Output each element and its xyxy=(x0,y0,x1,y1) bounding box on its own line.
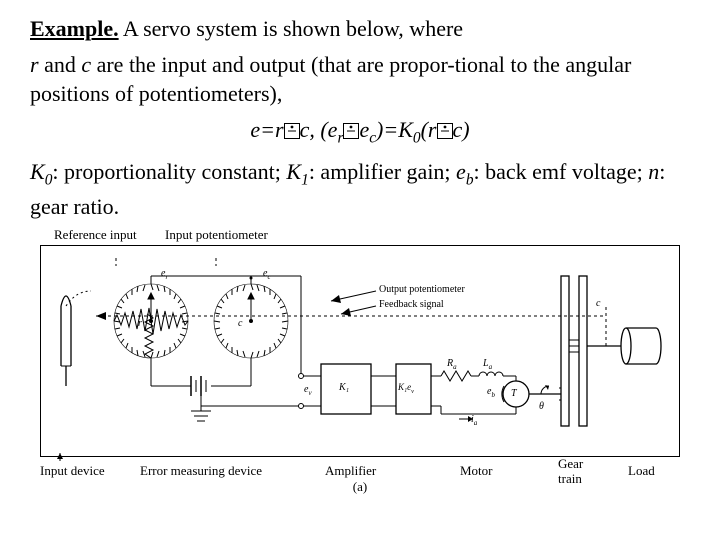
heading-rest: A servo system is shown below, where xyxy=(119,16,463,41)
eb-text: : back emf voltage; xyxy=(474,159,649,184)
sym-c: c xyxy=(596,298,600,309)
eq-sub-0: 0 xyxy=(413,129,421,146)
diagram-box: er ec r c ev K₁ K₁ev Ra La eb T ia θ c O… xyxy=(40,245,680,457)
label-gear: Gear train xyxy=(558,457,583,486)
sym-Ra: Ra xyxy=(447,358,457,371)
sym-ev: ev xyxy=(304,384,312,397)
var-r: r xyxy=(30,52,39,77)
minus-box-icon xyxy=(284,123,300,139)
minus-box-icon xyxy=(343,123,359,139)
sym-T: T xyxy=(511,388,517,399)
eq-c1: c, (e xyxy=(300,117,338,142)
definitions: K0: proportionality constant; K1: amplif… xyxy=(30,157,690,221)
sym-ec: ec xyxy=(263,268,271,281)
sym-c-pot: c xyxy=(238,318,242,329)
intro-sentence: r and c are the input and output (that a… xyxy=(30,50,690,109)
minus-box-icon xyxy=(437,123,453,139)
diagram-top-labels: Reference input Input potentiometer xyxy=(40,227,680,245)
sym-eb: eb xyxy=(487,386,495,399)
sym-r: r xyxy=(138,318,142,329)
K0: K xyxy=(30,159,45,184)
label-load: Load xyxy=(628,463,655,479)
sym-K1ev: K₁ev xyxy=(398,382,414,395)
sym-er: er xyxy=(161,268,168,281)
label-error-device: Error measuring device xyxy=(140,463,262,479)
label-input-pot: Input potentiometer xyxy=(165,227,268,243)
eq-open-r: (r xyxy=(421,117,437,142)
example-lead: Example. xyxy=(30,16,119,41)
eq-final-c: c) xyxy=(453,117,470,142)
diagram-bottom-labels: Input device Error measuring device Ampl… xyxy=(40,457,680,477)
label-feedback: Feedback signal xyxy=(379,299,444,310)
equation-line: e=rc, (erec)=K0(rc) xyxy=(30,117,690,147)
eq-close: )=K xyxy=(376,117,413,142)
page: Example. A servo system is shown below, … xyxy=(0,0,720,495)
eb-sub: b xyxy=(466,172,474,189)
label-ref-input: Reference input xyxy=(54,227,137,243)
K1: K xyxy=(286,159,301,184)
eb: e xyxy=(456,159,466,184)
label-motor: Motor xyxy=(460,463,493,479)
label-out-pot: Output potentiometer xyxy=(379,284,465,295)
text-and: and xyxy=(39,52,82,77)
K1-text: : amplifier gain; xyxy=(309,159,456,184)
figure-caption: (a) xyxy=(40,479,680,495)
diagram: Reference input Input potentiometer xyxy=(40,227,680,495)
label-amplifier: Amplifier xyxy=(325,463,376,479)
eq-e: e=r xyxy=(250,117,283,142)
K0-text: : proportionality constant; xyxy=(52,159,286,184)
sentence-rest: are the input and output (that are propo… xyxy=(30,52,631,107)
sym-theta: θ xyxy=(539,401,544,412)
label-input-device: Input device xyxy=(40,463,105,479)
sym-La: La xyxy=(483,358,492,371)
n: n xyxy=(648,159,659,184)
K1-sub: 1 xyxy=(301,172,309,189)
var-c: c xyxy=(81,52,91,77)
sym-K1: K₁ xyxy=(339,382,349,393)
eq-mid: e xyxy=(359,117,369,142)
heading-para: Example. A servo system is shown below, … xyxy=(30,14,690,44)
